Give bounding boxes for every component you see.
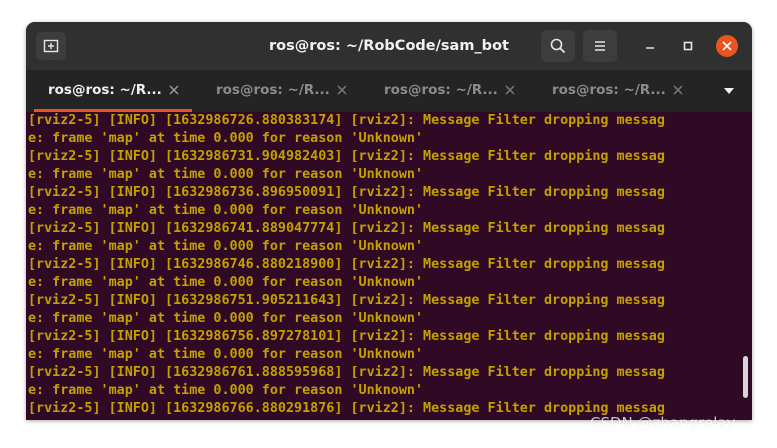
terminal-line: [rviz2-5] [INFO] [1632986756.897278101] … <box>28 329 665 344</box>
terminal-line: e: frame 'map' at time 0.000 for reason … <box>28 131 424 146</box>
tab-3[interactable]: ros@ros: ~/R... <box>362 70 530 112</box>
new-tab-button[interactable] <box>36 32 66 60</box>
title-bar[interactable]: ros@ros: ~/RobCode/sam_bot <box>26 22 752 70</box>
terminal-line: e: frame 'map' at time 0.000 for reason … <box>28 383 424 398</box>
tab-close-icon[interactable] <box>672 84 684 96</box>
maximize-icon <box>683 41 693 51</box>
terminal-line: e: frame 'map' at time 0.000 for reason … <box>28 167 424 182</box>
terminal-line: [rviz2-5] [INFO] [1632986731.904982403] … <box>28 149 665 164</box>
minimize-button[interactable] <box>640 36 660 56</box>
terminal-line: [rviz2-5] [INFO] [1632986751.905211643] … <box>28 293 665 308</box>
tab-close-icon[interactable] <box>168 84 180 96</box>
minimize-icon <box>646 47 654 49</box>
terminal-line: [rviz2-5] [INFO] [1632986746.880218900] … <box>28 257 665 272</box>
terminal-line: e: frame 'map' at time 0.000 for reason … <box>28 275 424 290</box>
tab-label: ros@ros: ~/R... <box>552 82 666 98</box>
tab-2[interactable]: ros@ros: ~/R... <box>194 70 362 112</box>
terminal-line: [rviz2-5] [INFO] [1632986736.896950091] … <box>28 185 665 200</box>
search-button[interactable] <box>541 30 575 62</box>
terminal-window: ros@ros: ~/RobCode/sam_bot ros@ros: ~/R.… <box>26 22 752 420</box>
terminal-line: e: frame 'map' at time 0.000 for reason … <box>28 311 424 326</box>
terminal-text-area: [rviz2-5] [INFO] [1632986726.880383174] … <box>28 112 740 418</box>
tab-label: ros@ros: ~/R... <box>384 82 498 98</box>
tab-label: ros@ros: ~/R... <box>48 82 162 98</box>
tab-bar: ros@ros: ~/R... ros@ros: ~/R... ros@ros:… <box>26 70 752 112</box>
tab-close-icon[interactable] <box>336 84 348 96</box>
hamburger-menu-icon <box>595 41 605 51</box>
tab-1[interactable]: ros@ros: ~/R... <box>26 70 194 112</box>
tab-4[interactable]: ros@ros: ~/R... <box>530 70 698 112</box>
tab-label: ros@ros: ~/R... <box>216 82 330 98</box>
terminal-line: [rviz2-5] [INFO] [1632986761.888595968] … <box>28 365 665 380</box>
terminal-line: e: frame 'map' at time 0.000 for reason … <box>28 239 424 254</box>
watermark: CSDN @zhangrelay <box>590 414 736 432</box>
close-button[interactable] <box>716 35 738 57</box>
terminal-output[interactable]: [rviz2-5] [INFO] [1632986726.880383174] … <box>26 112 752 420</box>
scrollbar[interactable] <box>742 112 750 420</box>
scrollbar-thumb[interactable] <box>743 355 748 398</box>
maximize-button[interactable] <box>678 36 698 56</box>
terminal-line: [rviz2-5] [INFO] [1632986741.889047774] … <box>28 221 665 236</box>
tab-close-icon[interactable] <box>504 84 516 96</box>
search-icon <box>550 38 566 54</box>
terminal-line: e: frame 'map' at time 0.000 for reason … <box>28 203 424 218</box>
close-icon <box>722 41 732 51</box>
menu-button[interactable] <box>583 30 617 62</box>
terminal-line: [rviz2-5] [INFO] [1632986726.880383174] … <box>28 113 665 128</box>
new-tab-icon <box>43 39 59 53</box>
tab-list-dropdown-icon[interactable] <box>722 86 736 96</box>
terminal-line: e: frame 'map' at time 0.000 for reason … <box>28 347 424 362</box>
